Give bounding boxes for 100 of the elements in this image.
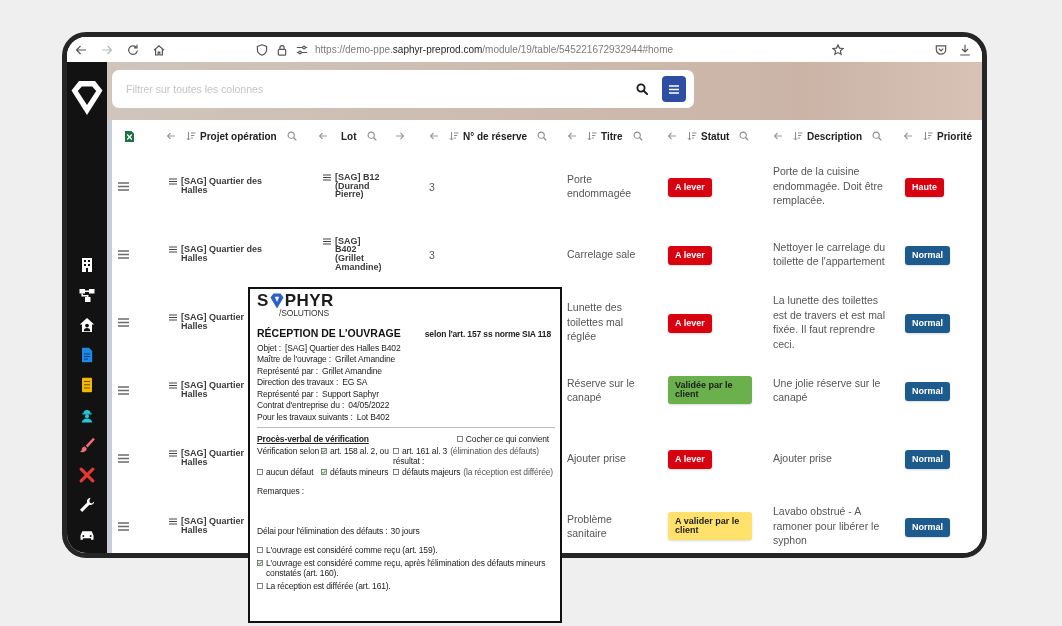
lot-name: [SAG] B402 (Grillet Amandine)	[335, 236, 382, 272]
field-value: [SAG] Quartier des Halles B402	[285, 342, 401, 353]
menu-icon[interactable]	[118, 521, 129, 531]
outcome-label: L'ouvrage est considéré comme reçu (art. 159).	[266, 544, 438, 555]
menu-button[interactable]	[662, 76, 686, 102]
menu-icon[interactable]	[118, 249, 129, 259]
sort-icon[interactable]	[923, 131, 933, 141]
document-icon[interactable]	[79, 347, 95, 363]
description-text: Une jolie réserve sur le canapé	[773, 375, 882, 405]
status-badge: A valider par le client	[668, 512, 752, 540]
sort-icon[interactable]	[449, 131, 459, 141]
tray-icon[interactable]	[935, 43, 947, 56]
download-icon[interactable]	[959, 43, 971, 56]
menu-icon[interactable]	[118, 385, 129, 395]
building-icon[interactable]	[79, 257, 95, 273]
crossed-tools-icon[interactable]	[79, 467, 95, 483]
label-text: Vérification selon	[257, 445, 320, 456]
description-text: Ajouter prise	[773, 450, 833, 466]
reserve-title: Lunette des toilettes mal réglée	[567, 300, 625, 344]
logo-tagline: /SOLUTIONS	[279, 309, 329, 318]
field-label: Maître de l'ouvrage :	[257, 354, 332, 365]
shield-icon[interactable]	[256, 43, 268, 56]
logo-text: S	[257, 293, 269, 309]
field-label: Représenté par :	[257, 388, 318, 399]
field-value: Grillet Amandine	[321, 365, 382, 376]
list-icon	[169, 314, 177, 321]
list-icon	[323, 237, 331, 245]
checkbox-label: Cocher ce qui convient	[465, 433, 549, 444]
worker-icon[interactable]	[79, 407, 95, 423]
status-badge: A lever	[668, 449, 712, 469]
priority-badge: Normal	[905, 245, 950, 265]
status-badge: Validée par le client	[668, 376, 752, 404]
column-header[interactable]: Lot	[341, 130, 357, 142]
list-icon	[323, 174, 331, 182]
sort-icon[interactable]	[793, 131, 803, 141]
reserve-title: Ajouter prise	[567, 450, 627, 466]
column-header[interactable]: N° de réserve	[463, 130, 528, 142]
project-name: [SAG] Quartier Halles	[181, 449, 244, 467]
reload-icon[interactable]	[127, 43, 139, 56]
address-bar[interactable]: https://demo-ppe.saphyr-preprod.com/module/19/table/545221672932944#home	[315, 44, 832, 55]
reserve-title: Problème sanitaire	[567, 511, 613, 541]
column-header[interactable]: Projet opération	[200, 130, 277, 142]
house-person-icon[interactable]	[79, 317, 95, 333]
spreadsheet-icon[interactable]	[125, 130, 134, 142]
logo-text: PHYR	[284, 293, 334, 309]
field-value: Lot B402	[356, 411, 390, 422]
status-badge: A lever	[668, 177, 712, 197]
field-value: Grillet Amandine	[335, 354, 396, 365]
sort-icon[interactable]	[687, 131, 697, 141]
lot-name: [SAG] B12 (Durand Pierre)	[335, 173, 381, 199]
menu-icon[interactable]	[118, 453, 129, 463]
project-name: [SAG] Quartier des Halles	[181, 177, 263, 195]
deadline-label: Délai pour l'élimination des défauts :	[257, 525, 388, 536]
home-icon[interactable]	[153, 43, 165, 56]
project-name: [SAG] Quartier Halles	[181, 517, 244, 535]
star-icon[interactable]	[832, 43, 844, 56]
list-icon	[169, 518, 177, 525]
description-text: Nettoyer le carrelage du toilette de l'appartement	[773, 239, 887, 269]
status-badge: A lever	[668, 313, 712, 333]
search-icon[interactable]	[636, 83, 648, 95]
sort-icon[interactable]	[186, 131, 196, 141]
field-value: Support Saphyr	[321, 388, 379, 399]
checkbox-label: défauts majeurs	[402, 466, 461, 477]
wrench-icon[interactable]	[79, 497, 95, 513]
reserve-title: Carrelage sale	[567, 246, 637, 262]
field-value: EG SA	[342, 377, 368, 388]
sitemap-icon[interactable]	[79, 287, 95, 303]
field-value: 04/05/2022	[348, 400, 390, 411]
reserve-number: 3	[429, 249, 435, 261]
checkbox-label: art. 158 al. 2, ou	[330, 445, 389, 456]
document-title: RÉCEPTION DE L'OUVRAGE	[257, 327, 401, 339]
reference-text: selon l'art. 157 ss norme SIA 118	[424, 329, 551, 339]
priority-badge: Normal	[905, 313, 950, 333]
checkbox-label: art. 161 al. 3	[402, 445, 448, 456]
gem-logo-icon[interactable]	[71, 80, 103, 116]
menu-icon[interactable]	[118, 317, 129, 327]
sort-icon[interactable]	[587, 131, 597, 141]
column-header[interactable]: Titre	[601, 130, 623, 142]
outcome-label: La réception est différée (art. 161).	[266, 580, 391, 591]
back-arrow-icon[interactable]	[75, 43, 87, 56]
priority-badge: Haute	[905, 177, 944, 197]
brush-icon[interactable]	[79, 437, 95, 453]
reserve-title: Porte endommagée	[567, 171, 633, 201]
priority-badge: Normal	[905, 517, 950, 537]
description-text: Lavabo obstrué - A ramoner pour libérer le syphon	[773, 504, 881, 548]
column-header[interactable]: Statut	[701, 130, 730, 142]
project-name: [SAG] Quartier des Halles	[181, 245, 263, 263]
checkbox-label: défauts mineurs	[330, 466, 389, 477]
status-badge: A lever	[668, 245, 712, 265]
sliders-icon[interactable]	[296, 43, 308, 56]
column-header[interactable]: Description	[807, 130, 862, 142]
column-header[interactable]: Priorité	[937, 130, 972, 142]
section-title: Procès-verbal de vérification	[257, 433, 369, 444]
lock-icon[interactable]	[276, 43, 288, 56]
note-text: (élimination des défauts)	[450, 445, 539, 456]
list-document-icon[interactable]	[79, 377, 95, 393]
description-text: Porte de la cuisine endommagée. Doit être remplacée.	[773, 164, 884, 208]
list-icon	[169, 382, 177, 389]
gem-icon	[269, 293, 284, 309]
menu-icon[interactable]	[118, 181, 129, 191]
